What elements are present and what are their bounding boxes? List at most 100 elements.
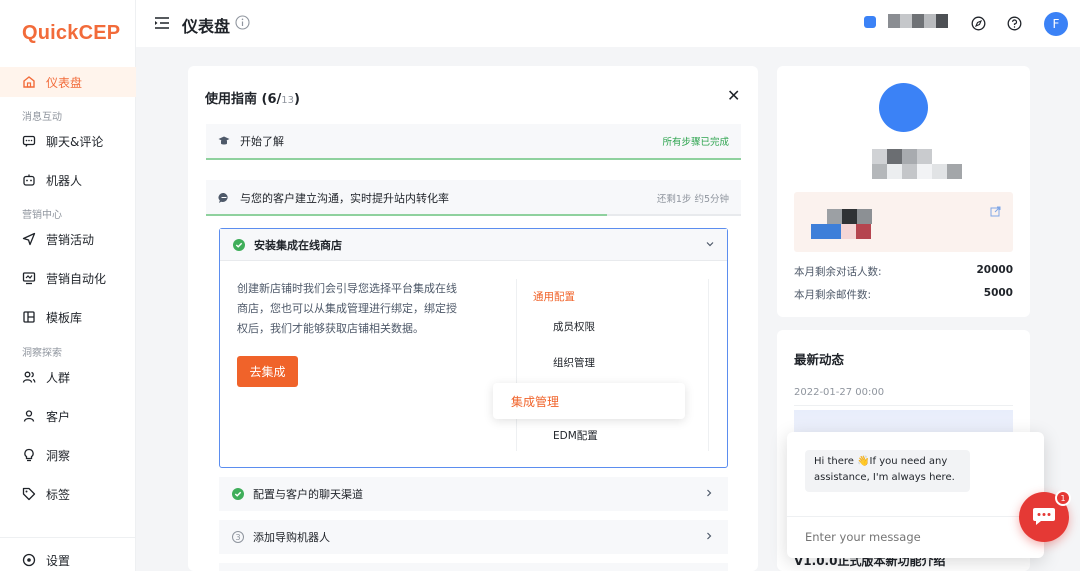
step-number-badge: 3 (232, 531, 244, 543)
sidebar-item-insights[interactable]: 洞察 (0, 440, 136, 470)
graduation-cap-icon (218, 135, 230, 147)
page-title: 仪表盘 (182, 17, 231, 36)
stat-conversations-left: 本月剩余对话人数: 20000 (794, 264, 1013, 278)
sidebar-item-label: 人群 (46, 370, 71, 385)
sidebar-item-label: 模板库 (46, 310, 83, 325)
chat-launcher-button[interactable]: 1 (1019, 490, 1071, 542)
step-label: 与您的客户建立沟通，实时提升站内转化率 (240, 192, 449, 205)
sidebar-item-label: 聊天&评论 (46, 134, 104, 149)
step-status: 还剩1步 约5分钟 (656, 194, 729, 205)
sidebar: QuickCEP 仪表盘 消息互动 聊天&评论 机器人 营销中心 营销活动 营销… (0, 0, 136, 571)
sidebar-item-tags[interactable]: 标签 (0, 479, 136, 509)
unread-badge: 1 (1055, 490, 1071, 506)
substep-description: 创建新店铺时我们会引导您选择平台集成在线商店，您也可以从集成管理进行绑定，绑定授… (237, 282, 457, 335)
step-status: 所有步骤已完成 (662, 137, 729, 148)
chat-greeting-message: Hi there 👋If you need any assistance, I'… (805, 450, 970, 492)
sidebar-item-campaigns[interactable]: 营销活动 (0, 224, 136, 254)
sidebar-item-audience[interactable]: 人群 (0, 362, 136, 392)
substep-add-robot[interactable]: 3 添加导购机器人 (219, 520, 728, 554)
sidebar-section-label: 营销中心 (22, 210, 62, 221)
chevron-right-icon (704, 488, 714, 501)
store-info-panel (794, 192, 1013, 252)
logo[interactable]: QuickCEP (22, 22, 120, 45)
sidebar-item-label: 机器人 (46, 173, 83, 188)
chevron-right-icon (704, 531, 714, 544)
tag-icon (22, 487, 36, 501)
chat-divider (787, 516, 1044, 517)
guide-step-connect-customers[interactable]: 与您的客户建立沟通，实时提升站内转化率 还剩1步 约5分钟 (206, 180, 741, 216)
store-icon[interactable] (864, 16, 876, 28)
step-progress-bar (206, 214, 608, 216)
menu-item-edm-config: EDM配置 (553, 430, 598, 442)
menu-item-member-permissions: 成员权限 (553, 321, 595, 333)
settings-icon (22, 553, 36, 567)
sidebar-item-templates[interactable]: 模板库 (0, 302, 136, 332)
send-icon (22, 232, 36, 246)
substep-label: 安装集成在线商店 (254, 238, 342, 252)
menu-item-integration-highlight: 集成管理 (493, 383, 685, 419)
compass-icon[interactable] (971, 16, 986, 34)
usage-guide-card: 使用指南 (6/13) ✕ 开始了解 所有步骤已完成 与您的客户建立沟通，实时提… (188, 66, 758, 571)
template-icon (22, 310, 36, 324)
sidebar-section-label: 消息互动 (22, 112, 62, 123)
sidebar-item-label: 营销活动 (46, 232, 95, 247)
sidebar-item-label: 设置 (46, 553, 71, 568)
news-title: 最新动态 (794, 352, 845, 367)
stat-emails-left: 本月剩余邮件数: 5000 (794, 287, 1013, 301)
chat-message-input[interactable] (805, 530, 1005, 544)
robot-icon (22, 173, 36, 187)
account-name-redacted[interactable] (888, 14, 948, 28)
user-icon (22, 409, 36, 423)
substep-install-store: 安装集成在线商店 创建新店铺时我们会引导您选择平台集成在线商店，您也可以从集成管… (219, 228, 728, 468)
account-email-redacted (872, 164, 962, 179)
check-circle-icon (232, 488, 244, 500)
menu-collapse-icon[interactable] (154, 16, 170, 33)
chevron-down-icon[interactable] (705, 239, 715, 252)
sidebar-item-label: 营销自动化 (46, 271, 107, 286)
close-button[interactable]: ✕ (727, 86, 740, 105)
sidebar-item-customers[interactable]: 客户 (0, 401, 136, 431)
menu-group-label: 通用配置 (533, 291, 575, 303)
help-icon[interactable] (1007, 16, 1022, 34)
sidebar-item-label: 标签 (46, 487, 71, 502)
step-label: 开始了解 (240, 135, 284, 148)
sidebar-item-automation[interactable]: 营销自动化 (0, 263, 136, 293)
store-name-redacted (827, 209, 872, 224)
sidebar-divider (0, 537, 136, 538)
integrate-button[interactable]: 去集成 (237, 356, 298, 387)
sidebar-item-label: 仪表盘 (46, 75, 83, 90)
people-icon (22, 370, 36, 384)
sidebar-item-settings[interactable]: 设置 (0, 545, 136, 571)
chat-widget: Hi there 👋If you need any assistance, I'… (787, 432, 1044, 558)
user-avatar[interactable]: F (1044, 12, 1068, 36)
sidebar-item-label: 客户 (46, 409, 71, 424)
substep-label: 配置与客户的聊天渠道 (253, 488, 363, 501)
sidebar-section-label: 洞察探索 (22, 348, 62, 359)
info-icon[interactable] (235, 15, 250, 33)
account-avatar (879, 83, 928, 132)
guide-title: 使用指南 (6/13) (205, 92, 300, 107)
menu-item-org-management: 组织管理 (553, 357, 595, 369)
substep-header[interactable]: 安装集成在线商店 (220, 229, 727, 261)
substep-chat-channels[interactable]: 配置与客户的聊天渠道 (219, 477, 728, 511)
chat-bubble-icon (1032, 506, 1056, 529)
sidebar-item-label: 洞察 (46, 448, 71, 463)
chat-icon (22, 134, 36, 148)
sidebar-item-chat[interactable]: 聊天&评论 (0, 126, 136, 156)
store-domain-redacted (811, 224, 871, 239)
account-profile-card: 本月剩余对话人数: 20000 本月剩余邮件数: 5000 (777, 66, 1030, 317)
guide-step-getting-started[interactable]: 开始了解 所有步骤已完成 (206, 124, 741, 160)
check-circle-icon (233, 238, 245, 251)
settings-menu-preview: 通用配置 成员权限 组织管理 EDM配置 (516, 279, 709, 451)
message-icon (218, 192, 230, 204)
top-header: 仪表盘 F (136, 0, 1080, 47)
substep-label: 添加导购机器人 (253, 531, 330, 544)
automation-icon (22, 271, 36, 285)
sidebar-item-robot[interactable]: 机器人 (0, 165, 136, 195)
sidebar-item-dashboard[interactable]: 仪表盘 (0, 67, 136, 97)
substep-next-partial (219, 563, 728, 571)
external-link-icon[interactable] (990, 206, 1001, 220)
step-progress-track (607, 214, 741, 216)
news-date: 2022-01-27 00:00 (794, 387, 885, 398)
bulb-icon (22, 448, 36, 462)
